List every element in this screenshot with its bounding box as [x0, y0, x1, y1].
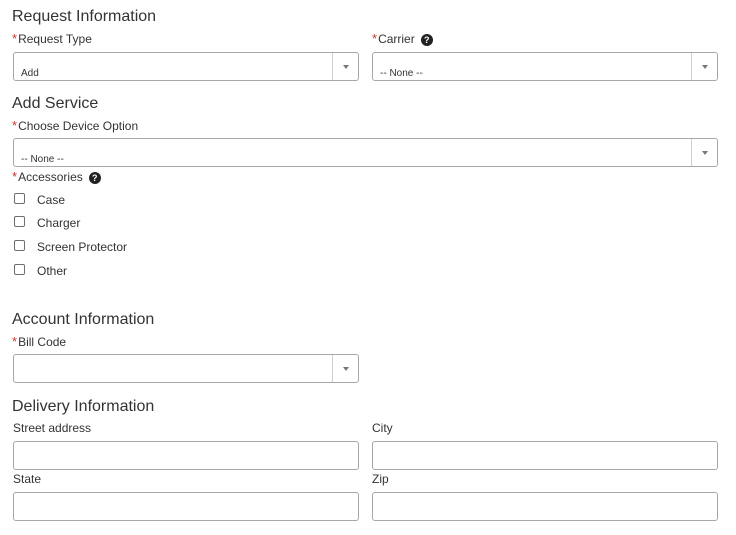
- carrier-value: -- None --: [380, 68, 423, 79]
- bill-code-dropdown-button[interactable]: [332, 355, 358, 382]
- section-title-account-information: Account Information: [12, 311, 155, 328]
- checkbox-label-charger: Charger: [37, 216, 81, 230]
- accessories-label: Accessories: [18, 170, 83, 184]
- section-title-request-information: Request Information: [12, 8, 157, 25]
- bill-code-label-group: *Bill Code: [12, 334, 66, 349]
- chevron-down-icon: [702, 65, 708, 69]
- checkbox-label-other: Other: [37, 264, 68, 278]
- device-option-label: Choose Device Option: [18, 119, 139, 133]
- section-title-delivery-information: Delivery Information: [12, 398, 155, 415]
- device-option-value: -- None --: [21, 154, 64, 165]
- carrier-select[interactable]: -- None --: [372, 52, 718, 81]
- request-type-label: Request Type: [18, 32, 92, 46]
- chevron-down-icon: [343, 65, 349, 69]
- section-title-add-service: Add Service: [12, 95, 99, 112]
- accessories-label-group: *Accessories?: [12, 169, 101, 184]
- state-input[interactable]: [13, 492, 359, 521]
- required-marker: *: [12, 31, 18, 46]
- required-marker: *: [12, 334, 18, 349]
- required-marker: *: [372, 31, 378, 46]
- bill-code-label: Bill Code: [18, 335, 67, 349]
- street-address-input[interactable]: [13, 441, 359, 470]
- request-type-value: Add: [21, 68, 39, 79]
- street-address-label: Street address: [13, 421, 92, 435]
- device-option-dropdown-button[interactable]: [691, 139, 717, 166]
- city-input[interactable]: [372, 441, 718, 470]
- required-marker: *: [12, 118, 18, 133]
- request-type-dropdown-button[interactable]: [332, 53, 358, 80]
- request-type-select[interactable]: Add: [13, 52, 359, 81]
- checkbox-other[interactable]: [14, 264, 25, 275]
- chevron-down-icon: [343, 367, 349, 371]
- chevron-down-icon: [702, 151, 708, 155]
- carrier-label: Carrier: [378, 32, 415, 46]
- carrier-label-group: *Carrier?: [372, 31, 433, 46]
- checkbox-label-screen-protector: Screen Protector: [37, 240, 128, 254]
- bill-code-select[interactable]: [13, 354, 359, 383]
- zip-label: Zip: [372, 472, 389, 486]
- checkbox-screen-protector[interactable]: [14, 240, 25, 251]
- city-label: City: [372, 421, 393, 435]
- checkbox-case[interactable]: [14, 193, 25, 204]
- device-option-select[interactable]: -- None --: [13, 138, 718, 167]
- device-option-label-group: *Choose Device Option: [12, 118, 138, 133]
- checkbox-label-case: Case: [37, 193, 66, 207]
- request-type-label-group: *Request Type: [12, 31, 92, 46]
- checkbox-charger[interactable]: [14, 216, 25, 227]
- zip-input[interactable]: [372, 492, 718, 521]
- carrier-dropdown-button[interactable]: [691, 53, 717, 80]
- question-circle-icon[interactable]: ?: [88, 171, 101, 184]
- required-marker: *: [12, 169, 18, 184]
- state-label: State: [13, 472, 42, 486]
- question-circle-icon[interactable]: ?: [420, 33, 433, 46]
